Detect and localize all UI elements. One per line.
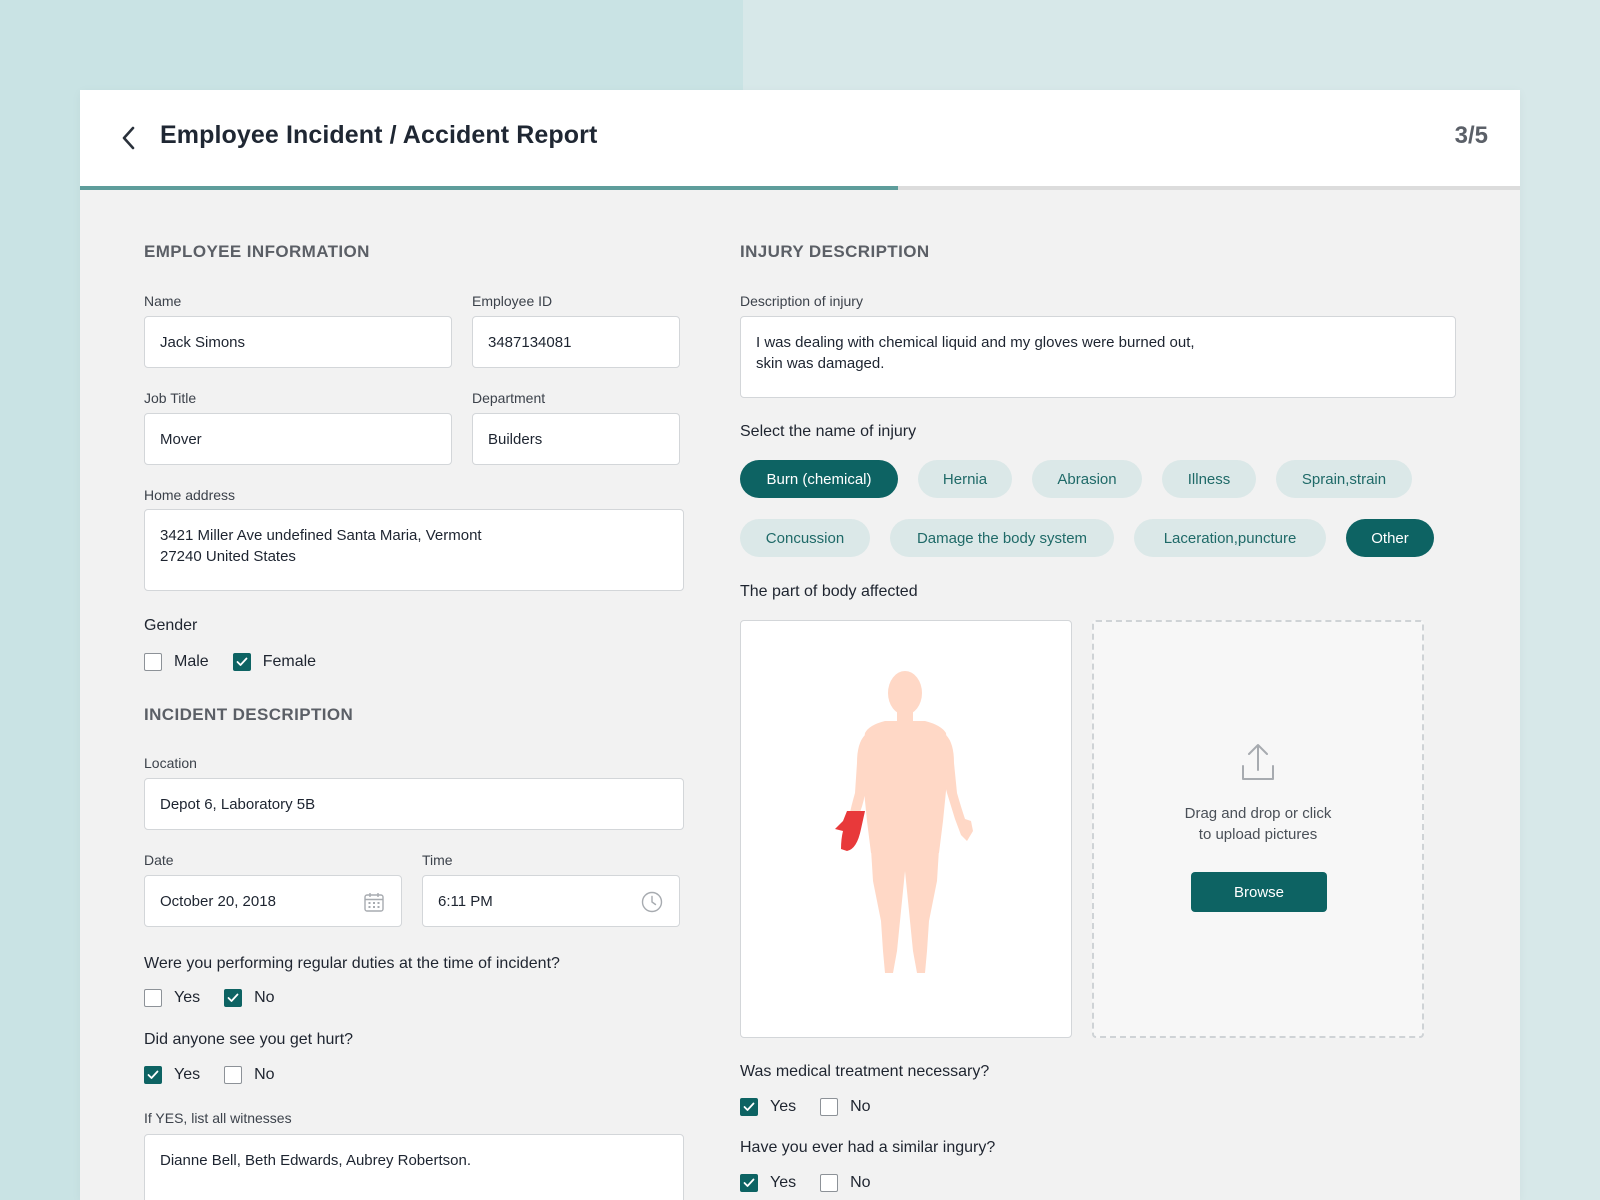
checkbox-label: No <box>850 1098 871 1115</box>
location-field[interactable]: Depot 6, Laboratory 5B <box>144 778 684 830</box>
time-field[interactable]: 6:11 PM <box>422 875 680 927</box>
checkbox-male[interactable]: Male <box>144 653 209 671</box>
body-part-label: The part of body affected <box>740 583 918 600</box>
home-address-label: Home address <box>144 487 236 503</box>
employee-id-field[interactable]: 3487134081 <box>472 316 680 368</box>
medical-treatment-options: Yes No <box>740 1098 895 1116</box>
time-label: Time <box>422 852 453 868</box>
checkbox-label: No <box>254 1066 275 1083</box>
checkbox-yes[interactable]: Yes <box>740 1098 796 1116</box>
date-field[interactable]: October 20, 2018 <box>144 875 402 927</box>
checkbox-label: Yes <box>770 1098 797 1115</box>
clock-icon[interactable] <box>641 891 663 913</box>
injured-hand-highlight <box>835 811 865 851</box>
step-counter: 3/5 <box>1454 122 1488 149</box>
progress-fill <box>80 186 898 190</box>
date-label: Date <box>144 852 174 868</box>
job-title-label: Job Title <box>144 390 197 406</box>
chip-abrasion[interactable]: Abrasion <box>1032 460 1142 498</box>
location-label: Location <box>144 755 197 771</box>
chip-sprain-strain[interactable]: Sprain,strain <box>1276 460 1412 498</box>
name-label: Name <box>144 293 182 309</box>
checkbox-empty[interactable] <box>820 1174 839 1192</box>
department-field[interactable]: Builders <box>472 413 680 465</box>
body-map[interactable] <box>740 620 1072 1038</box>
seen-options: Yes No <box>144 1066 299 1084</box>
upload-text-line2: to upload pictures <box>1198 826 1318 843</box>
injury-description-label: Description of injury <box>740 293 863 309</box>
regular-duties-options: Yes No <box>144 989 299 1007</box>
checkbox-label: No <box>850 1174 871 1191</box>
employee-section-title: EMPLOYEE INFORMATION <box>144 242 370 261</box>
job-title-field[interactable]: Mover <box>144 413 452 465</box>
checkbox-empty[interactable] <box>144 653 162 671</box>
checkmark-icon[interactable] <box>740 1174 758 1192</box>
chip-other[interactable]: Other <box>1346 519 1434 557</box>
injury-description-field[interactable]: I was dealing with chemical liquid and m… <box>740 316 1456 398</box>
name-field[interactable]: Jack Simons <box>144 316 452 368</box>
chip-hernia[interactable]: Hernia <box>918 460 1012 498</box>
checkbox-empty[interactable] <box>820 1098 839 1116</box>
checkbox-yes[interactable]: Yes <box>144 989 200 1007</box>
checkbox-empty[interactable] <box>224 1066 243 1084</box>
back-button[interactable] <box>116 124 140 152</box>
gender-options: Male Female <box>144 653 340 671</box>
report-card: Employee Incident / Accident Report 3/5 … <box>80 90 1520 1200</box>
checkmark-icon[interactable] <box>224 989 243 1007</box>
similar-injury-question: Have you ever had a similar ingury? <box>740 1139 996 1156</box>
home-address-field[interactable]: 3421 Miller Ave undefined Santa Maria, V… <box>144 509 684 591</box>
chip-damage-body-system[interactable]: Damage the body system <box>890 519 1114 557</box>
witnesses-field[interactable]: Dianne Bell, Beth Edwards, Aubrey Robert… <box>144 1134 684 1200</box>
checkbox-label: Yes <box>770 1174 797 1191</box>
checkbox-female[interactable]: Female <box>232 653 317 671</box>
checkmark-icon[interactable] <box>232 653 251 671</box>
browse-button[interactable]: Browse <box>1191 872 1327 912</box>
injury-name-label: Select the name of injury <box>740 423 917 440</box>
incident-section-title: INCIDENT DESCRIPTION <box>144 705 354 724</box>
regular-duties-question: Were you performing regular duties at th… <box>144 955 560 972</box>
checkbox-no[interactable]: No <box>224 989 275 1007</box>
checkbox-label: No <box>254 989 275 1006</box>
gender-label: Gender <box>144 617 198 634</box>
chip-illness[interactable]: Illness <box>1162 460 1256 498</box>
checkbox-label: Yes <box>174 989 201 1006</box>
checkbox-empty[interactable] <box>144 989 162 1007</box>
chip-concussion[interactable]: Concussion <box>740 519 870 557</box>
checkbox-no[interactable]: No <box>820 1174 871 1192</box>
checkmark-icon[interactable] <box>740 1098 758 1116</box>
page-header: Employee Incident / Accident Report 3/5 <box>80 90 1520 186</box>
checkbox-yes[interactable]: Yes <box>144 1066 200 1084</box>
page-title: Employee Incident / Accident Report <box>160 121 598 149</box>
checkbox-label: Male <box>174 653 209 670</box>
checkbox-no[interactable]: No <box>224 1066 275 1084</box>
chip-burn-chemical[interactable]: Burn (chemical) <box>740 460 898 498</box>
checkmark-icon[interactable] <box>144 1066 162 1084</box>
upload-icon <box>1242 744 1274 780</box>
back-icon <box>122 126 135 150</box>
calendar-icon[interactable] <box>363 891 385 913</box>
seen-question: Did anyone see you get hurt? <box>144 1031 354 1048</box>
checkbox-yes[interactable]: Yes <box>740 1174 796 1192</box>
checkbox-no[interactable]: No <box>820 1098 871 1116</box>
upload-text-line1: Drag and drop or click <box>1184 805 1332 822</box>
date-value: October 20, 2018 <box>160 892 276 910</box>
checkbox-label: Yes <box>174 1066 201 1083</box>
chip-laceration-puncture[interactable]: Laceration,puncture <box>1134 519 1326 557</box>
department-label: Department <box>472 390 546 406</box>
witnesses-label: If YES, list all witnesses <box>144 1110 292 1126</box>
progress-bar <box>80 186 1520 190</box>
employee-id-label: Employee ID <box>472 293 553 309</box>
time-value: 6:11 PM <box>438 892 493 910</box>
medical-treatment-question: Was medical treatment necessary? <box>740 1063 990 1080</box>
checkbox-label: Female <box>262 653 317 670</box>
human-body-figure[interactable] <box>741 621 1071 1037</box>
similar-injury-options: Yes No <box>740 1174 895 1192</box>
upload-dropzone[interactable]: Drag and drop or click to upload picture… <box>1092 620 1424 1038</box>
injury-section-title: INJURY DESCRIPTION <box>740 242 930 261</box>
